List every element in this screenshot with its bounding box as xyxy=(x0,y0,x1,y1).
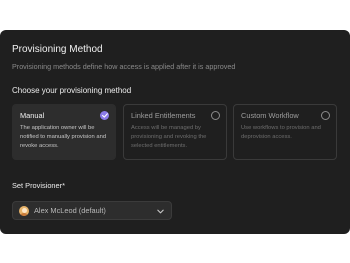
provisioner-select[interactable]: Alex McLeod (default) xyxy=(12,201,172,220)
method-option-custom-workflow[interactable]: Custom Workflow Use workflows to provisi… xyxy=(233,104,337,160)
method-option-manual[interactable]: Manual The application owner will be not… xyxy=(12,104,116,160)
chevron-down-icon[interactable] xyxy=(156,207,165,216)
method-option-linked-entitlements[interactable]: Linked Entitlements Access will be manag… xyxy=(123,104,227,160)
option-title: Manual xyxy=(20,111,45,120)
option-description: Access will be managed by provisioning a… xyxy=(131,125,207,149)
option-description: The application owner will be notified t… xyxy=(20,125,107,149)
option-title: Custom Workflow xyxy=(241,111,299,120)
user-avatar-icon xyxy=(19,206,29,216)
provisioner-label: Set Provisioner* xyxy=(12,181,65,190)
option-description: Use workflows to provision and deprovisi… xyxy=(241,125,321,140)
checkmark-icon xyxy=(101,113,108,118)
page-title: Provisioning Method xyxy=(12,44,103,55)
method-section-label: Choose your provisioning method xyxy=(12,86,132,95)
radio-unchecked-icon[interactable] xyxy=(321,111,330,120)
page-subtitle: Provisioning methods define how access i… xyxy=(12,62,236,71)
radio-checked-icon[interactable] xyxy=(100,111,109,120)
provisioner-value: Alex McLeod (default) xyxy=(34,206,106,215)
radio-unchecked-icon[interactable] xyxy=(211,111,220,120)
provisioning-method-panel: Provisioning Method Provisioning methods… xyxy=(0,30,350,234)
option-title: Linked Entitlements xyxy=(131,111,196,120)
